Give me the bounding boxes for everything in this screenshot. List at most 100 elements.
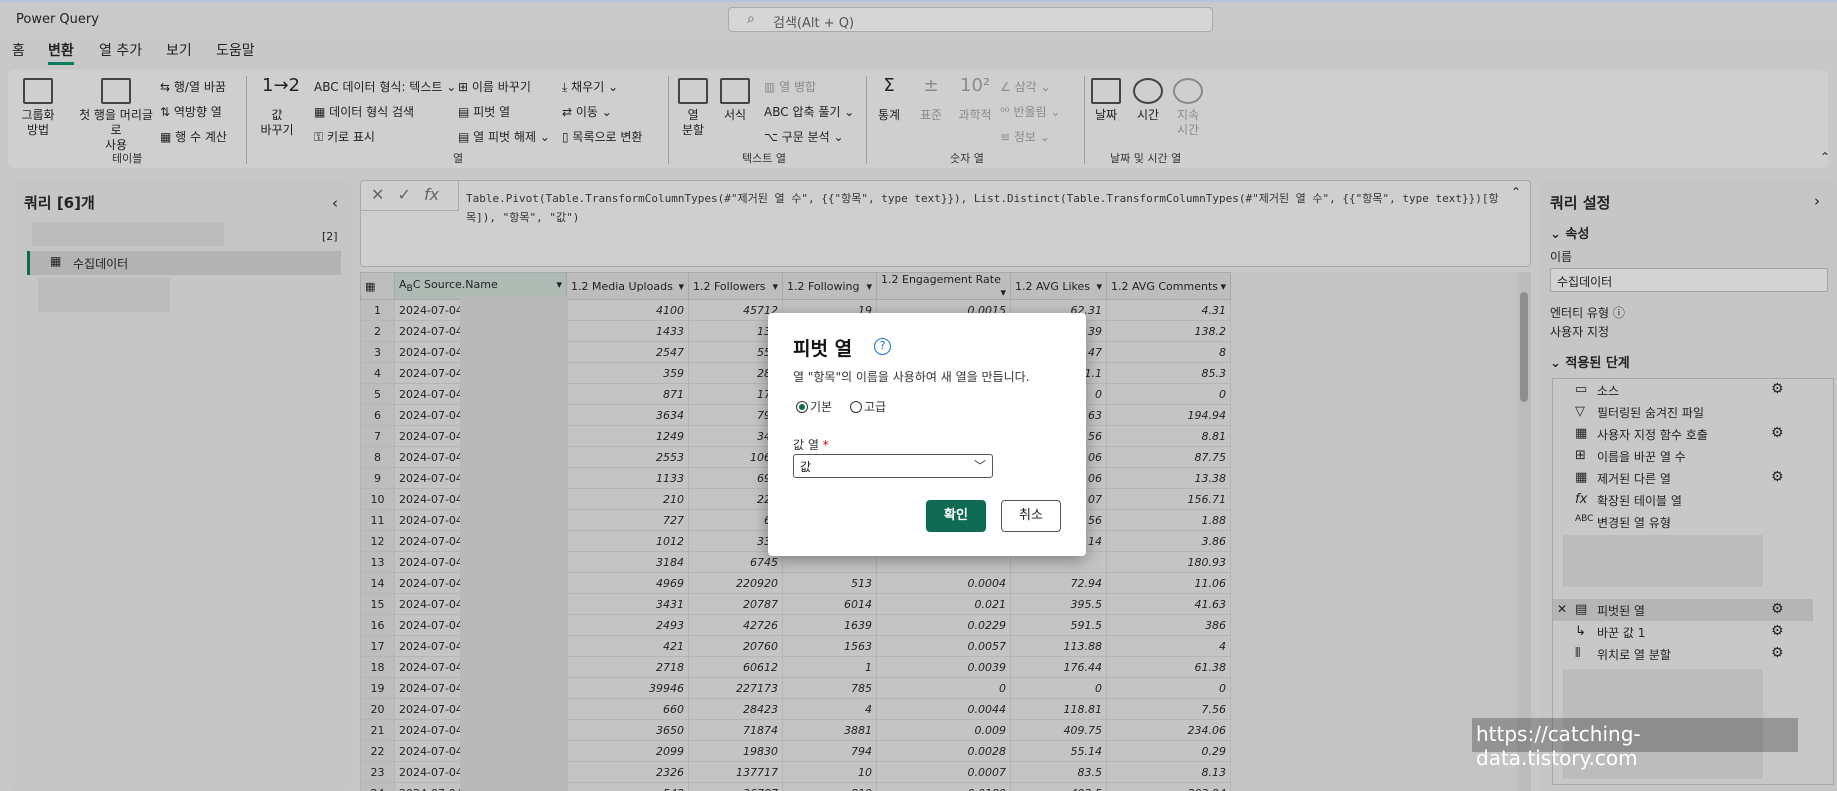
- table-cell[interactable]: 87.75: [1106, 446, 1231, 468]
- row-number[interactable]: 22: [360, 740, 395, 762]
- row-number[interactable]: 20: [360, 698, 395, 720]
- query-name-input[interactable]: 수집데이터: [1550, 268, 1828, 292]
- table-cell[interactable]: 4: [1106, 635, 1231, 657]
- detect-type-button[interactable]: ▦ 데이터 형식 검색: [314, 103, 414, 120]
- advanced-radio[interactable]: 고급: [850, 398, 886, 415]
- col-header[interactable]: 1.2 Media Uploads ▾: [566, 272, 689, 300]
- data-type-dropdown[interactable]: ABC 데이터 형식: 텍스트 ⌄: [314, 78, 456, 95]
- filter-dropdown-icon[interactable]: ▾: [1220, 280, 1226, 293]
- row-number[interactable]: 15: [360, 593, 395, 615]
- table-cell[interactable]: 8.13: [1106, 761, 1231, 783]
- table-cell[interactable]: 0.0229: [876, 614, 1011, 636]
- row-number[interactable]: 18: [360, 656, 395, 678]
- table-cell[interactable]: 118.81: [1010, 698, 1107, 720]
- step-item[interactable]: ▭ 소스 ⚙: [1553, 379, 1813, 401]
- row-number[interactable]: 1: [360, 299, 395, 321]
- table-cell[interactable]: 39946: [566, 677, 689, 699]
- row-number[interactable]: 6: [360, 404, 395, 426]
- table-cell[interactable]: 55.14: [1010, 740, 1107, 762]
- table-cell[interactable]: 85.3: [1106, 362, 1231, 384]
- row-number[interactable]: 21: [360, 719, 395, 741]
- table-cell[interactable]: 194.94: [1106, 404, 1231, 426]
- scrollbar-thumb[interactable]: [1520, 292, 1528, 402]
- col-header[interactable]: 1.2 Followers ▾: [688, 272, 783, 300]
- table-cell[interactable]: 1: [782, 656, 877, 678]
- fill-dropdown[interactable]: ⤓ 채우기 ⌄: [562, 78, 618, 95]
- properties-heading[interactable]: ⌄ 속성: [1550, 223, 1589, 242]
- row-number[interactable]: 9: [360, 467, 395, 489]
- merge-columns-button[interactable]: ▥ 열 병합: [764, 78, 816, 95]
- gear-icon[interactable]: ⚙: [1771, 601, 1784, 617]
- table-cell[interactable]: 13.38: [1106, 467, 1231, 489]
- table-cell[interactable]: 4100: [566, 299, 689, 321]
- col-header[interactable]: 1.2 Following ▾: [782, 272, 877, 300]
- table-cell[interactable]: 3431: [566, 593, 689, 615]
- parse-dropdown[interactable]: ⌥ 구문 분석 ⌄: [764, 128, 844, 145]
- reverse-rows-button[interactable]: ⇅ 역방향 열: [160, 103, 222, 120]
- date-button[interactable]: 날짜: [1088, 78, 1124, 123]
- menu-home[interactable]: 홈: [12, 40, 25, 60]
- table-cell[interactable]: 0.0007: [876, 761, 1011, 783]
- table-cell[interactable]: 0.0004: [876, 572, 1011, 594]
- table-cell[interactable]: 3634: [566, 404, 689, 426]
- row-number[interactable]: 17: [360, 635, 395, 657]
- table-cell[interactable]: 2547: [566, 341, 689, 363]
- time-button[interactable]: 시간: [1130, 78, 1166, 123]
- table-cell[interactable]: 19830: [688, 740, 783, 762]
- table-cell[interactable]: 3.86: [1106, 530, 1231, 552]
- to-list-button[interactable]: ▯ 목록으로 변환: [562, 128, 642, 145]
- step-item[interactable]: ▦ 사용자 지정 함수 호출 ⚙: [1553, 423, 1813, 445]
- row-number[interactable]: 13: [360, 551, 395, 573]
- move-dropdown[interactable]: ⇄ 이동 ⌄: [562, 103, 612, 120]
- table-cell[interactable]: 386: [1106, 614, 1231, 636]
- table-cell[interactable]: 794: [782, 740, 877, 762]
- table-cell[interactable]: 7.56: [1106, 698, 1231, 720]
- split-column-button[interactable]: 열 분할: [676, 78, 710, 138]
- row-number[interactable]: 3: [360, 341, 395, 363]
- table-cell[interactable]: 0.021: [876, 593, 1011, 615]
- menu-add-column[interactable]: 열 추가: [99, 40, 142, 60]
- scientific-button[interactable]: 10² 과학적: [956, 77, 994, 123]
- table-cell[interactable]: 8.81: [1106, 425, 1231, 447]
- table-cell[interactable]: 4.31: [1106, 299, 1231, 321]
- table-cell[interactable]: 6014: [782, 593, 877, 615]
- ok-button[interactable]: 확인: [926, 500, 986, 532]
- table-cell[interactable]: 113.88: [1010, 635, 1107, 657]
- table-cell[interactable]: 819: [782, 782, 877, 791]
- row-number[interactable]: 19: [360, 677, 395, 699]
- table-cell[interactable]: 72.94: [1010, 572, 1107, 594]
- table-cell[interactable]: 1012: [566, 530, 689, 552]
- vertical-scrollbar[interactable]: [1517, 272, 1531, 791]
- table-cell[interactable]: 591.5: [1010, 614, 1107, 636]
- table-cell[interactable]: 61.38: [1106, 656, 1231, 678]
- help-icon[interactable]: ?: [874, 338, 891, 355]
- table-cell[interactable]: 2326: [566, 761, 689, 783]
- row-number[interactable]: 24: [360, 782, 395, 791]
- table-cell[interactable]: 1133: [566, 467, 689, 489]
- table-cell[interactable]: 4: [782, 698, 877, 720]
- filter-dropdown-icon[interactable]: ▾: [1000, 286, 1006, 299]
- row-number[interactable]: 4: [360, 362, 395, 384]
- table-cell[interactable]: 20787: [688, 593, 783, 615]
- format-button[interactable]: 서식: [718, 78, 752, 123]
- filter-dropdown-icon[interactable]: ▾: [556, 278, 562, 291]
- table-cell[interactable]: 2718: [566, 656, 689, 678]
- table-cell[interactable]: 71874: [688, 719, 783, 741]
- fx-icon[interactable]: fx: [424, 185, 439, 204]
- table-cell[interactable]: 234.06: [1106, 719, 1231, 741]
- table-cell[interactable]: 660: [566, 698, 689, 720]
- table-menu-icon[interactable]: ▦: [360, 272, 395, 300]
- step-item[interactable]: ⫴ 위치로 열 분할 ⚙: [1553, 643, 1813, 665]
- table-cell[interactable]: 3881: [782, 719, 877, 741]
- step-item[interactable]: ABC 변경된 열 유형: [1553, 511, 1813, 533]
- table-cell[interactable]: 11.06: [1106, 572, 1231, 594]
- query-item-active[interactable]: ▦ 수집데이터: [27, 251, 341, 275]
- step-item[interactable]: ▦ 제거된 다른 열 ⚙: [1553, 467, 1813, 489]
- confirm-icon[interactable]: ✓: [398, 185, 411, 204]
- table-cell[interactable]: 156.71: [1106, 488, 1231, 510]
- mark-key-button[interactable]: ⚿ 키로 표시: [314, 128, 375, 145]
- table-cell[interactable]: 785: [782, 677, 877, 699]
- formula-bar[interactable]: ✕ ✓ fx Table.Pivot(Table.TransformColumn…: [360, 180, 1531, 267]
- table-cell[interactable]: 180.93: [1106, 551, 1231, 573]
- table-cell[interactable]: 1639: [782, 614, 877, 636]
